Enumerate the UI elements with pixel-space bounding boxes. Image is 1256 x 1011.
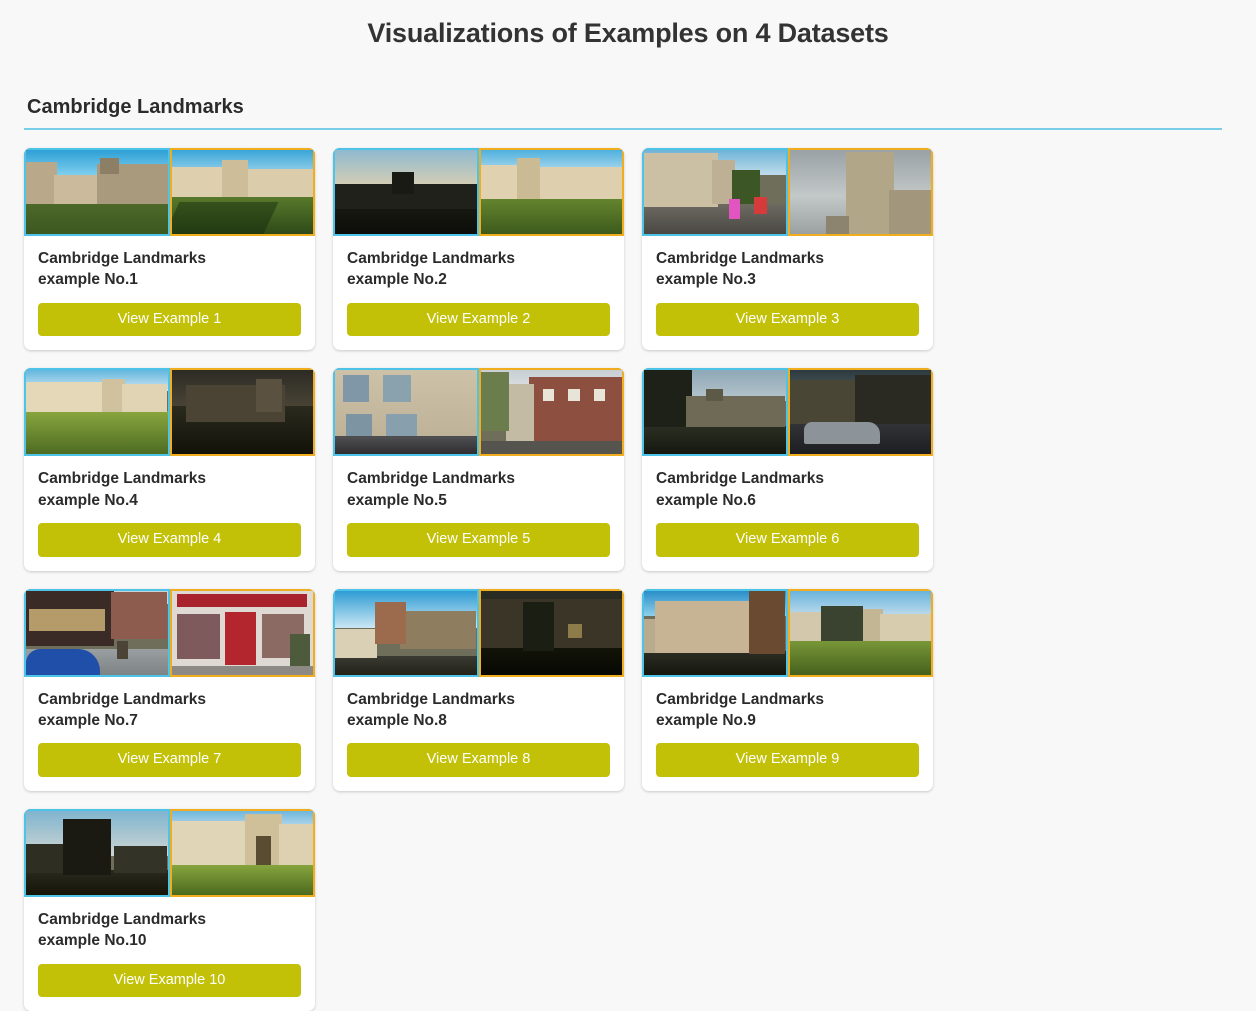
card-title: Cambridge Landmarks example No.6 xyxy=(656,468,886,511)
card-body: Cambridge Landmarks example No.9 View Ex… xyxy=(642,677,933,791)
view-example-button[interactable]: View Example 5 xyxy=(347,523,610,557)
example-card[interactable]: Cambridge Landmarks example No.9 View Ex… xyxy=(642,589,933,791)
view-example-button[interactable]: View Example 2 xyxy=(347,303,610,337)
card-body: Cambridge Landmarks example No.6 View Ex… xyxy=(642,456,933,570)
retrieved-image-thumbnail[interactable] xyxy=(788,589,934,677)
dataset-section-cambridge-landmarks: Cambridge Landmarks Cambridge Landmarks … xyxy=(24,95,1232,1011)
query-image-thumbnail[interactable] xyxy=(24,368,170,456)
query-image-thumbnail[interactable] xyxy=(24,148,170,236)
query-image-thumbnail[interactable] xyxy=(333,589,479,677)
view-example-button[interactable]: View Example 1 xyxy=(38,303,301,337)
content-area: Cambridge Landmarks Cambridge Landmarks … xyxy=(0,95,1256,1011)
card-title: Cambridge Landmarks example No.8 xyxy=(347,689,577,732)
view-example-button[interactable]: View Example 3 xyxy=(656,303,919,337)
card-body: Cambridge Landmarks example No.8 View Ex… xyxy=(333,677,624,791)
retrieved-image-thumbnail[interactable] xyxy=(170,809,316,897)
card-image-pair xyxy=(642,589,933,677)
view-example-button[interactable]: View Example 6 xyxy=(656,523,919,557)
retrieved-image-thumbnail[interactable] xyxy=(788,368,934,456)
example-card[interactable]: Cambridge Landmarks example No.7 View Ex… xyxy=(24,589,315,791)
view-example-button[interactable]: View Example 10 xyxy=(38,964,301,998)
example-card[interactable]: Cambridge Landmarks example No.8 View Ex… xyxy=(333,589,624,791)
retrieved-image-thumbnail[interactable] xyxy=(170,589,316,677)
card-body: Cambridge Landmarks example No.7 View Ex… xyxy=(24,677,315,791)
view-example-button[interactable]: View Example 9 xyxy=(656,743,919,777)
query-image-thumbnail[interactable] xyxy=(333,368,479,456)
example-card[interactable]: Cambridge Landmarks example No.6 View Ex… xyxy=(642,368,933,570)
query-image-thumbnail[interactable] xyxy=(642,368,788,456)
card-title: Cambridge Landmarks example No.9 xyxy=(656,689,886,732)
card-body: Cambridge Landmarks example No.10 View E… xyxy=(24,897,315,1011)
card-title: Cambridge Landmarks example No.7 xyxy=(38,689,268,732)
example-card[interactable]: Cambridge Landmarks example No.5 View Ex… xyxy=(333,368,624,570)
section-divider xyxy=(24,128,1222,130)
card-image-pair xyxy=(24,148,315,236)
card-body: Cambridge Landmarks example No.4 View Ex… xyxy=(24,456,315,570)
card-image-pair xyxy=(24,368,315,456)
page-title: Visualizations of Examples on 4 Datasets xyxy=(0,0,1256,51)
retrieved-image-thumbnail[interactable] xyxy=(788,148,934,236)
query-image-thumbnail[interactable] xyxy=(24,809,170,897)
card-body: Cambridge Landmarks example No.2 View Ex… xyxy=(333,236,624,350)
view-example-button[interactable]: View Example 8 xyxy=(347,743,610,777)
card-title: Cambridge Landmarks example No.10 xyxy=(38,909,268,952)
card-title: Cambridge Landmarks example No.1 xyxy=(38,248,268,291)
card-body: Cambridge Landmarks example No.5 View Ex… xyxy=(333,456,624,570)
card-image-pair xyxy=(24,809,315,897)
query-image-thumbnail[interactable] xyxy=(333,148,479,236)
retrieved-image-thumbnail[interactable] xyxy=(170,368,316,456)
card-body: Cambridge Landmarks example No.3 View Ex… xyxy=(642,236,933,350)
card-body: Cambridge Landmarks example No.1 View Ex… xyxy=(24,236,315,350)
card-image-pair xyxy=(24,589,315,677)
example-card[interactable]: Cambridge Landmarks example No.4 View Ex… xyxy=(24,368,315,570)
example-card-grid: Cambridge Landmarks example No.1 View Ex… xyxy=(24,148,1232,1011)
card-image-pair xyxy=(333,368,624,456)
section-heading: Cambridge Landmarks xyxy=(27,95,1232,119)
card-image-pair xyxy=(333,589,624,677)
card-title: Cambridge Landmarks example No.5 xyxy=(347,468,577,511)
example-card[interactable]: Cambridge Landmarks example No.10 View E… xyxy=(24,809,315,1011)
card-image-pair xyxy=(642,368,933,456)
card-title: Cambridge Landmarks example No.2 xyxy=(347,248,577,291)
retrieved-image-thumbnail[interactable] xyxy=(170,148,316,236)
query-image-thumbnail[interactable] xyxy=(642,589,788,677)
card-title: Cambridge Landmarks example No.4 xyxy=(38,468,268,511)
card-image-pair xyxy=(333,148,624,236)
example-card[interactable]: Cambridge Landmarks example No.2 View Ex… xyxy=(333,148,624,350)
retrieved-image-thumbnail[interactable] xyxy=(479,148,625,236)
card-image-pair xyxy=(642,148,933,236)
retrieved-image-thumbnail[interactable] xyxy=(479,368,625,456)
retrieved-image-thumbnail[interactable] xyxy=(479,589,625,677)
query-image-thumbnail[interactable] xyxy=(642,148,788,236)
example-card[interactable]: Cambridge Landmarks example No.1 View Ex… xyxy=(24,148,315,350)
example-card[interactable]: Cambridge Landmarks example No.3 View Ex… xyxy=(642,148,933,350)
view-example-button[interactable]: View Example 4 xyxy=(38,523,301,557)
card-title: Cambridge Landmarks example No.3 xyxy=(656,248,886,291)
query-image-thumbnail[interactable] xyxy=(24,589,170,677)
view-example-button[interactable]: View Example 7 xyxy=(38,743,301,777)
